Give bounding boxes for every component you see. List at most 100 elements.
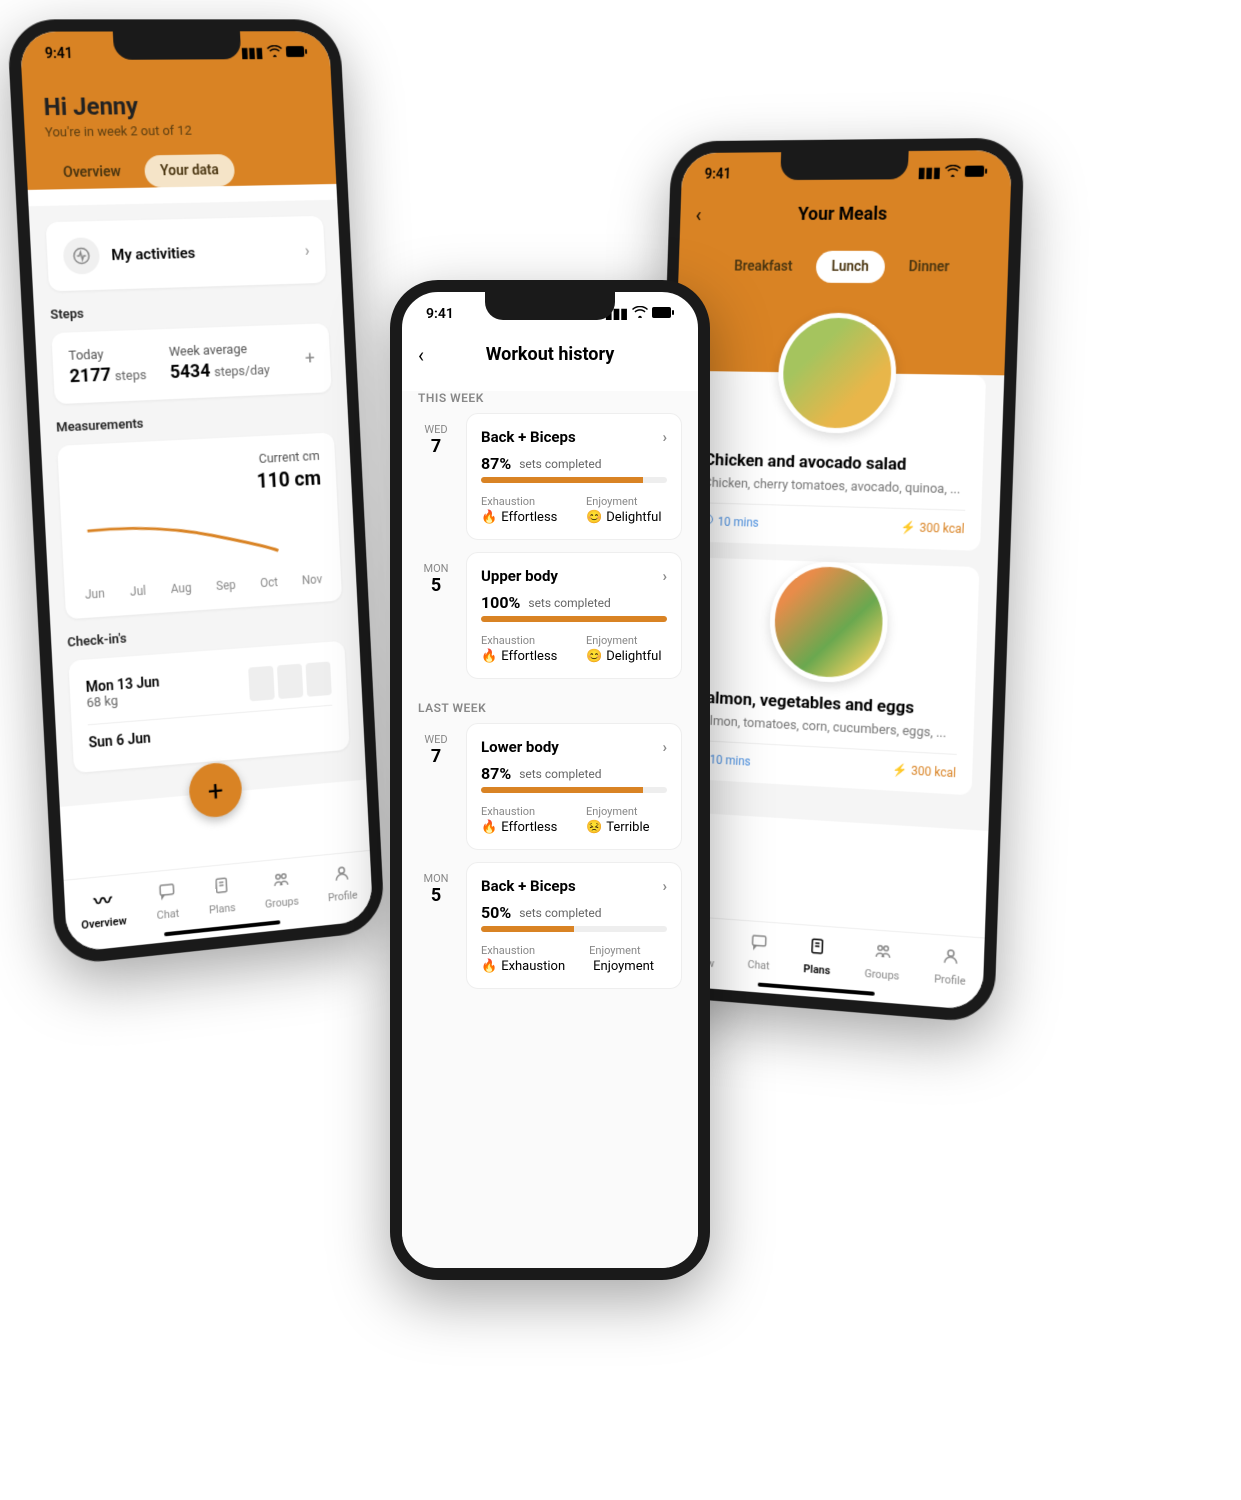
steps-today-value: 2177	[69, 364, 111, 387]
nav-chat[interactable]: Chat	[155, 881, 179, 922]
steps-today-unit: steps	[115, 368, 147, 384]
tab-overview[interactable]: Overview	[46, 156, 137, 190]
add-steps-button[interactable]: +	[305, 348, 316, 369]
measurements-section-label: Measurements	[56, 408, 333, 436]
month-label: Jul	[130, 584, 147, 599]
exhaustion-value: Effortless	[501, 510, 557, 525]
status-icons: ▮▮▮	[605, 306, 674, 322]
workout-card[interactable]: Back + Biceps › 87% sets completed Exhau…	[466, 413, 682, 540]
workout-row: WED 7 Lower body › 87% sets completed Ex…	[402, 723, 698, 862]
day-number: 7	[418, 746, 454, 767]
nav-groups[interactable]: Groups	[263, 869, 299, 911]
emoji-icon: 😣	[586, 820, 602, 835]
nav-chat[interactable]: Chat	[747, 932, 770, 972]
tab-your-data[interactable]: Your data	[144, 154, 235, 188]
nav-label: Groups	[864, 967, 899, 983]
nav-label: Profile	[934, 972, 966, 988]
back-button[interactable]: ‹	[695, 203, 702, 227]
wifi-icon	[945, 165, 962, 181]
tab-breakfast[interactable]: Breakfast	[718, 251, 808, 283]
activity-icon	[63, 237, 101, 274]
page-title: Your Meals	[798, 204, 888, 225]
completion-pct: 87%	[481, 764, 511, 783]
checkin-thumb	[305, 661, 331, 696]
profile-icon	[941, 947, 960, 972]
checkin-thumb	[277, 664, 303, 699]
exhaustion-label: Exhaustion	[481, 944, 565, 957]
my-activities-card[interactable]: My activities ›	[46, 216, 327, 292]
measurements-card: Current cm 110 cm Jun Jul Aug Sep Oct No…	[57, 432, 342, 619]
workout-row: WED 7 Back + Biceps › 87% sets completed…	[402, 413, 698, 552]
enjoyment-value: Enjoyment	[593, 959, 654, 974]
meal-image	[777, 312, 899, 434]
battery-icon	[652, 306, 674, 322]
completion-label: sets completed	[519, 767, 601, 781]
groups-icon	[873, 942, 892, 966]
meal-kcal: 300 kcal	[911, 763, 956, 780]
meal-time: 10 mins	[717, 514, 758, 529]
nav-profile[interactable]: Profile	[326, 863, 358, 904]
workout-title: Back + Biceps	[481, 428, 576, 446]
chevron-right-icon: ›	[304, 240, 310, 259]
meal-card[interactable]: Chicken and avocado salad Chicken, cherr…	[687, 371, 986, 551]
chevron-right-icon: ›	[662, 428, 667, 446]
day-of-week: WED	[418, 423, 454, 436]
workout-card[interactable]: Lower body › 87% sets completed Exhausti…	[466, 723, 682, 850]
signal-icon: ▮▮▮	[241, 45, 264, 61]
wifi-icon	[267, 45, 283, 61]
overview-icon: 〰	[93, 886, 112, 914]
workout-card[interactable]: Upper body › 100% sets completed Exhaust…	[466, 552, 682, 679]
wifi-icon	[632, 306, 648, 322]
meal-kcal: 300 kcal	[919, 520, 964, 536]
meal-name: Chicken and avocado salad	[704, 450, 967, 476]
checkins-card: Mon 13 Jun 68 kg Sun 6 Jun	[68, 641, 349, 773]
enjoyment-value: Delightful	[606, 649, 661, 664]
nav-label: Plans	[209, 901, 236, 917]
meal-tabs: Breakfast Lunch Dinner	[678, 241, 1009, 304]
steps-avg-unit: steps/day	[214, 363, 270, 380]
exhaustion-value: Effortless	[501, 820, 557, 835]
bottom-nav: 〰 Overview Chat Plans Groups Profile	[64, 850, 374, 953]
steps-section-label: Steps	[50, 299, 328, 323]
day-column: WED 7	[418, 413, 454, 540]
workout-card[interactable]: Back + Biceps › 50% sets completed Exhau…	[466, 862, 682, 989]
workout-title: Upper body	[481, 567, 558, 585]
phone-notch	[780, 151, 908, 180]
day-column: MON 5	[418, 552, 454, 679]
workout-row: MON 5 Upper body › 100% sets completed E…	[402, 552, 698, 691]
status-icons: ▮▮▮	[241, 45, 308, 61]
nav-plans[interactable]: Plans	[803, 936, 831, 977]
chat-icon	[750, 932, 768, 956]
phone-notch	[485, 292, 615, 320]
phone-notch	[113, 31, 242, 59]
phone-overview: 9:41 ▮▮▮ Hi Jenny You're in week 2 out o…	[7, 19, 385, 966]
day-number: 5	[418, 575, 454, 596]
bolt-icon: ⚡	[892, 762, 907, 777]
nav-groups[interactable]: Groups	[864, 941, 900, 983]
nav-label: Profile	[328, 889, 358, 905]
chevron-right-icon: ›	[662, 567, 667, 585]
meal-card[interactable]: Salmon, vegetables and eggs Salmon, toma…	[679, 557, 980, 795]
header-tabs: Overview Your data	[46, 153, 317, 190]
nav-profile[interactable]: Profile	[934, 946, 967, 988]
nav-overview[interactable]: 〰 Overview	[80, 884, 127, 931]
flame-icon: 🔥	[481, 649, 497, 664]
nav-label: Chat	[747, 958, 769, 973]
steps-avg-label: Week average	[169, 341, 270, 360]
measurements-chart	[76, 489, 325, 583]
day-number: 7	[418, 436, 454, 457]
checkin-date: Sun 6 Jun	[88, 730, 151, 751]
nav-plans[interactable]: Plans	[207, 875, 235, 916]
back-button[interactable]: ‹	[418, 343, 424, 367]
emoji-icon: 😊	[586, 510, 602, 525]
flame-icon: 🔥	[481, 820, 497, 835]
tab-lunch[interactable]: Lunch	[815, 251, 885, 283]
progress-bar	[481, 926, 667, 932]
workout-row: MON 5 Back + Biceps › 50% sets completed…	[402, 862, 698, 1001]
exhaustion-label: Exhaustion	[481, 495, 562, 508]
tab-dinner[interactable]: Dinner	[892, 251, 966, 284]
meal-image	[768, 560, 889, 685]
status-time: 9:41	[44, 46, 73, 62]
nav-label: Plans	[803, 962, 830, 977]
month-label: Oct	[260, 575, 278, 590]
